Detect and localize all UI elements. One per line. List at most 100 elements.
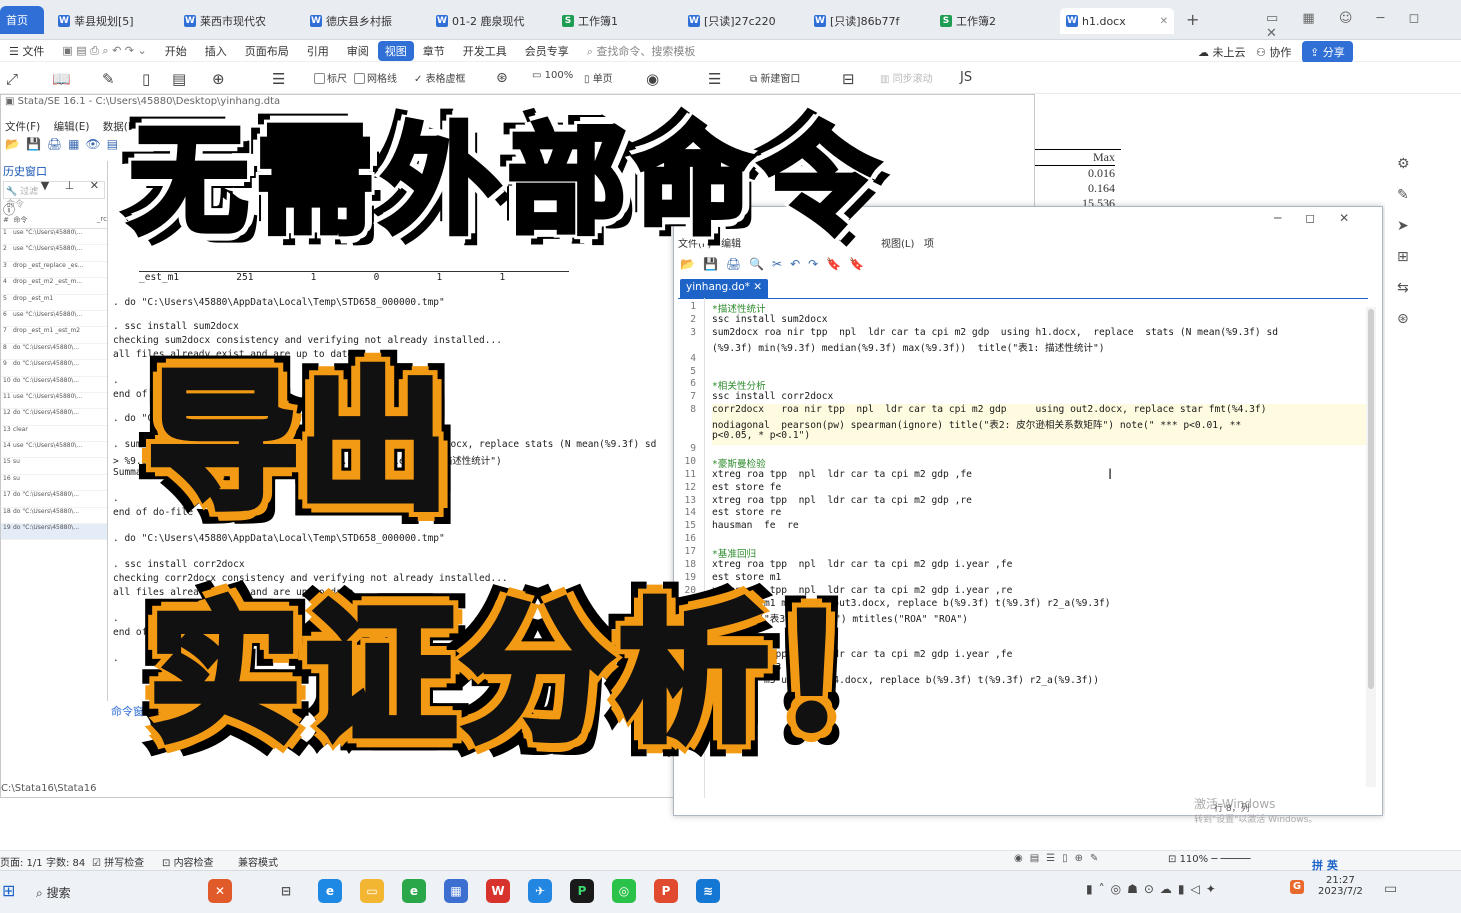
menu-page-layout[interactable]: 页面布局 — [236, 43, 298, 59]
history-row[interactable]: 7 drop _est_m1 _est_m2 — [1, 327, 107, 344]
fullscreen-icon[interactable]: ⤢ — [6, 70, 18, 88]
cloud-status[interactable]: ☁ 未上云 — [1198, 44, 1246, 60]
tab-document[interactable]: W 01-2 鹿泉现代 — [430, 8, 550, 34]
code-line[interactable]: 13 xtreg roa tpp npl ldr car ta cpi m2 gd… — [674, 495, 1384, 508]
history-row[interactable]: 18 do "C:\Users\45880\... — [1, 508, 107, 525]
history-row[interactable]: 14 use "C:\Users\45880\... — [1, 442, 107, 459]
table-grid-checkbox[interactable]: ✓ 表格虚框 — [414, 70, 466, 85]
js-macro-icon[interactable]: JS — [960, 70, 972, 85]
code-line[interactable]: 4 — [674, 353, 1384, 366]
history-row[interactable]: 8 do "C:\Users\45880\... — [1, 344, 107, 361]
history-row[interactable]: 1 use "C:\Users\45880\... — [1, 229, 107, 246]
editor-toolbar-icons[interactable]: 📂💾🖨🔍✂↶↷🔖🔖 — [680, 257, 872, 271]
history-row[interactable]: 10 do "C:\Users\45880\... — [1, 377, 107, 393]
history-row[interactable]: 5 drop _est_m1 — [1, 295, 107, 311]
ime-toolbar[interactable]: 拼 英 — [1312, 857, 1338, 873]
window-controls[interactable]: ▭ ▦ ☺ ─ ◻ ✕ — [1266, 11, 1461, 41]
wps-icon[interactable]: W — [486, 879, 510, 903]
code-line[interactable]: 5 — [674, 366, 1384, 379]
stata-icon[interactable]: ≋ — [696, 879, 720, 903]
code-line[interactable]: 8 corr2docx roa nir tpp npl ldr car ta cp… — [674, 404, 1384, 417]
history-row[interactable]: 9 do "C:\Users\45880\... — [1, 360, 107, 377]
edit-mode-icon[interactable]: ✎ — [102, 70, 115, 88]
app-icon[interactable]: ✕ — [208, 879, 232, 903]
editor-menu-project[interactable]: 项 — [924, 239, 934, 250]
history-row[interactable]: 6 use "C:\Users\45880\... — [1, 311, 107, 328]
tab-document-active[interactable]: Wh1.docx ✕ — [1060, 8, 1174, 34]
command-window-label[interactable]: 命令窗口 — [111, 703, 155, 719]
ie-icon[interactable]: e — [402, 879, 426, 903]
history-row[interactable]: 12 do "C:\Users\45880\... — [1, 409, 107, 426]
history-row[interactable]: 3 drop _est_replace _es... — [1, 262, 107, 279]
content-check[interactable]: ⊡ 内容检查 — [162, 854, 214, 869]
stata-menu-file[interactable]: 文件(F) — [5, 121, 40, 133]
history-row[interactable]: 16 su — [1, 475, 107, 492]
web-layout-icon[interactable]: ⊕ — [212, 70, 225, 88]
split-window-icon[interactable]: ☰ — [708, 70, 721, 88]
code-line[interactable]: 11 xtreg roa tpp npl ldr car ta cpi m2 gd… — [674, 469, 1384, 482]
share-button[interactable]: ⇪ 分享 — [1302, 41, 1353, 63]
menu-member[interactable]: 会员专享 — [516, 43, 578, 59]
wps-pdf-icon[interactable]: P — [654, 879, 678, 903]
menu-chapter[interactable]: 章节 — [414, 43, 454, 59]
notification-icon[interactable]: ▭ — [1384, 881, 1397, 897]
system-tray-icons[interactable]: ▮˄◎☗⊙☁▮◁✦ — [1086, 882, 1222, 896]
history-row[interactable]: 19 do "C:\Users\45880\... — [1, 524, 107, 541]
eye-protection-icon[interactable]: ◉ — [646, 70, 659, 88]
history-row[interactable]: 2 use "C:\Users\45880\... — [1, 245, 107, 262]
ime-logo-icon[interactable]: G — [1290, 880, 1304, 894]
single-page-button[interactable]: ▯ 单页 — [584, 70, 613, 85]
code-line[interactable]: 1 *描述性统计 — [674, 301, 1384, 315]
side-by-side-icon[interactable]: ⊟ — [842, 70, 855, 88]
menu-insert[interactable]: 插入 — [196, 43, 236, 59]
tab-document[interactable]: W [只读]27c220 — [682, 8, 802, 34]
code-line[interactable]: nodiagonal pearson(pw) spearman(ignore) … — [674, 417, 1384, 431]
code-line[interactable]: 15 hausman fe re — [674, 520, 1384, 533]
close-icon[interactable]: ✕ — [753, 281, 762, 293]
new-tab-icon[interactable]: + — [1186, 10, 1199, 29]
tab-document[interactable]: W 莘县规划[5] — [52, 8, 172, 34]
history-row[interactable]: 13 clear — [1, 426, 107, 443]
code-line[interactable]: 18 xtreg roa tpp npl ldr car ta cpi m2 gd… — [674, 559, 1384, 572]
tab-document[interactable]: S 工作簿2 — [934, 8, 1054, 34]
outline-icon[interactable]: ▤ — [172, 70, 186, 88]
spell-check[interactable]: ☑ 拼写检查 — [92, 854, 144, 869]
zoom-icon[interactable]: ⊛ — [496, 70, 508, 86]
wechat-icon[interactable]: ◎ — [612, 879, 636, 903]
view-mode-icons[interactable]: ◉▤☰▯⊕✎ — [1014, 853, 1105, 864]
code-line[interactable]: 2 ssc install sum2docx — [674, 314, 1384, 327]
new-window-button[interactable]: ⧉ 新建窗口 — [750, 70, 800, 85]
tab-document[interactable]: W 德庆县乡村振 — [304, 8, 424, 34]
word-count[interactable]: 字数: 84 — [46, 854, 85, 869]
menu-file[interactable]: ☰ 文件 — [0, 43, 53, 59]
code-line[interactable]: 14 est store re — [674, 507, 1384, 520]
menu-view[interactable]: 视图 — [377, 40, 414, 61]
editor-tab-yinhang[interactable]: yinhang.do* ✕ — [680, 279, 769, 298]
code-line[interactable]: 9 — [674, 443, 1384, 456]
editor-window-controls[interactable]: ─◻✕ — [1274, 211, 1373, 225]
code-line[interactable]: 6 *相关性分析 — [674, 378, 1384, 392]
command-search[interactable]: ⌕ 查找命令、搜索模板 — [578, 43, 705, 59]
code-line[interactable]: 19 est store m1 — [674, 572, 1384, 585]
grid-checkbox[interactable]: 网格线 — [354, 70, 397, 85]
history-row[interactable]: 4 drop _est_m2 _est_m... — [1, 278, 107, 295]
task-view-icon[interactable]: ⊟ — [274, 879, 298, 903]
code-line[interactable]: 16 — [674, 533, 1384, 546]
stata-toolbar-icons[interactable]: 📂💾🖨▦👁▤ — [5, 137, 124, 151]
taskbar-search[interactable]: ⌕ 搜索 — [28, 877, 198, 907]
windows-start-icon[interactable]: ⊞ — [2, 881, 15, 900]
ruler-checkbox[interactable]: 标尺 — [314, 70, 347, 85]
sync-scroll-button[interactable]: ▥ 同步滚动 — [880, 70, 933, 85]
tab-document[interactable]: W 莱西市现代农 — [178, 8, 298, 34]
menu-start[interactable]: 开始 — [156, 43, 196, 59]
clock[interactable]: 21:27 2023/7/2 — [1318, 875, 1363, 897]
navigation-pane-icon[interactable]: ☰ — [272, 70, 285, 88]
tab-document[interactable]: S 工作簿1 — [556, 8, 676, 34]
history-row[interactable]: 17 do "C:\Users\45880\... — [1, 491, 107, 508]
stata-menu-edit[interactable]: 编辑(E) — [54, 121, 90, 133]
reading-mode-icon[interactable]: 📖 — [52, 70, 71, 88]
menu-review[interactable]: 审阅 — [338, 43, 378, 59]
scrollbar-thumb[interactable] — [1368, 309, 1374, 689]
menu-developer[interactable]: 开发工具 — [454, 43, 516, 59]
zoom-100-button[interactable]: ▭ 100% — [532, 70, 573, 81]
